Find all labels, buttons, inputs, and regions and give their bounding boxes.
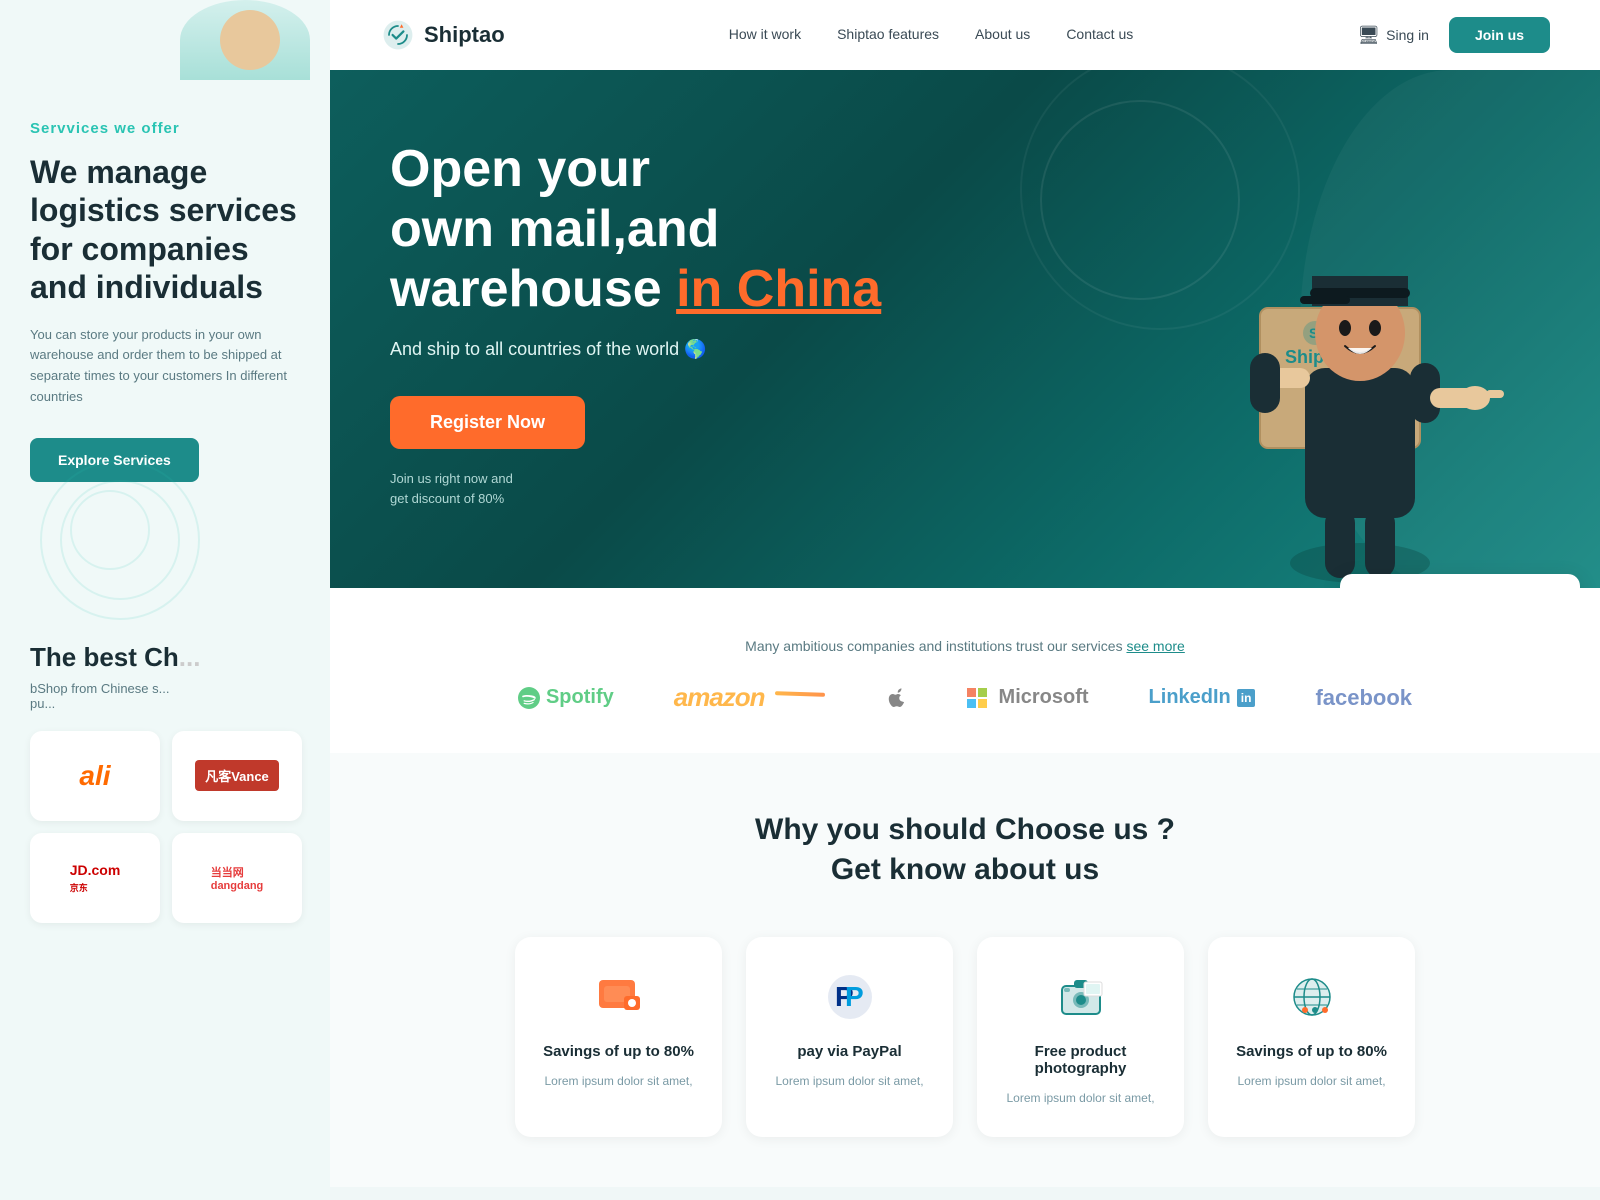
shop-vancl: 凡客Vance (172, 731, 302, 821)
signin-button[interactable]: 🖥 Sing in (1357, 25, 1429, 46)
brand-facebook: facebook (1315, 685, 1412, 711)
shop-grid: ali 凡客Vance JD.com京东 当当网dangdang (30, 731, 300, 923)
feature-savings: Savings of up to 80% Lorem ipsum dolor s… (515, 937, 722, 1137)
feature-desc-paypal: Lorem ipsum dolor sit amet, (766, 1072, 933, 1090)
brand-amazon: amazon (674, 682, 825, 713)
feature-global: Savings of up to 80% Lorem ipsum dolor s… (1208, 937, 1415, 1137)
global-icon (1282, 967, 1342, 1027)
best-ch-title: The best Ch... (30, 642, 300, 673)
services-desc: You can store your products in your own … (30, 325, 300, 408)
nav-actions: 🖥 Sing in Join us (1357, 17, 1550, 53)
feature-title-photo: Free product photography (997, 1043, 1164, 1077)
feature-title-paypal: pay via PayPal (766, 1043, 933, 1060)
see-more-link[interactable]: see more (1126, 638, 1184, 654)
chat-widget[interactable]: Need help ? Chat with us +966 5544346 (1340, 574, 1580, 588)
best-ch-desc: bShop from Chinese s...pu... (30, 681, 300, 711)
feature-title-savings: Savings of up to 80% (535, 1043, 702, 1060)
shop-ali: ali (30, 731, 160, 821)
services-title: We manage logistics services for compani… (30, 153, 300, 307)
brand-apple: Apple (885, 685, 907, 711)
hero-title-plain: warehouse (390, 260, 676, 318)
brand-spotify: Spotify (518, 686, 614, 709)
services-label: Servvices we offer (30, 120, 300, 137)
trusted-label: Many ambitious companies and institution… (390, 638, 1540, 654)
delivery-person: Shiptao S (1140, 168, 1520, 588)
svg-text:P: P (845, 981, 864, 1012)
navbar: Shiptao How it work Shiptao features Abo… (330, 0, 1600, 70)
nav-contact[interactable]: Contact us (1066, 26, 1133, 42)
logo: Shiptao (380, 17, 505, 53)
nav-links: How it work Shiptao features About us Co… (729, 26, 1134, 44)
brand-linkedin: LinkedIn in (1149, 686, 1256, 709)
feature-title-global: Savings of up to 80% (1228, 1043, 1395, 1060)
feature-desc-global: Lorem ipsum dolor sit amet, (1228, 1072, 1395, 1090)
trusted-section: Many ambitious companies and institution… (330, 588, 1600, 753)
hero-discount: Join us right now and get discount of 80… (390, 469, 1023, 508)
feature-paypal: P P pay via PayPal Lorem ipsum dolor sit… (746, 937, 953, 1137)
nav-about[interactable]: About us (975, 26, 1030, 42)
left-panel: Servvices we offer We manage logistics s… (0, 0, 330, 1200)
feature-desc-savings: Lorem ipsum dolor sit amet, (535, 1072, 702, 1090)
photography-icon (1051, 967, 1111, 1027)
nav-features[interactable]: Shiptao features (837, 26, 939, 42)
hero-title: Open your own mail,and warehouse in Chin… (390, 140, 1023, 319)
brands-row: Spotify amazon Apple Microsoft (390, 682, 1540, 713)
logo-text: Shiptao (424, 22, 505, 48)
main-content: Shiptao How it work Shiptao features Abo… (330, 0, 1600, 1187)
brand-microsoft: Microsoft (967, 686, 1089, 709)
monitor-icon: 🖥 (1357, 25, 1380, 46)
hero-section: Open your own mail,and warehouse in Chin… (330, 70, 1600, 588)
shop-dangdang: 当当网dangdang (172, 833, 302, 923)
linkedin-badge: in (1237, 689, 1256, 707)
feature-photography: Free product photography Lorem ipsum dol… (977, 937, 1184, 1137)
hero-content: Open your own mail,and warehouse in Chin… (390, 140, 1023, 508)
nav-how-it-work[interactable]: How it work (729, 26, 801, 42)
why-subtitle: Get know about us (390, 853, 1540, 887)
features-grid: Savings of up to 80% Lorem ipsum dolor s… (515, 937, 1415, 1137)
hero-subtitle: And ship to all countries of the world 🌎 (390, 339, 1023, 360)
paypal-icon: P P (820, 967, 880, 1027)
join-button[interactable]: Join us (1449, 17, 1550, 53)
why-title: Why you should Choose us ? (390, 813, 1540, 847)
shop-jd: JD.com京东 (30, 833, 160, 923)
register-button[interactable]: Register Now (390, 396, 585, 449)
why-section: Why you should Choose us ? Get know abou… (330, 753, 1600, 1187)
feature-desc-photo: Lorem ipsum dolor sit amet, (997, 1089, 1164, 1107)
hero-title-highlight: in China (676, 260, 881, 318)
savings-icon (589, 967, 649, 1027)
